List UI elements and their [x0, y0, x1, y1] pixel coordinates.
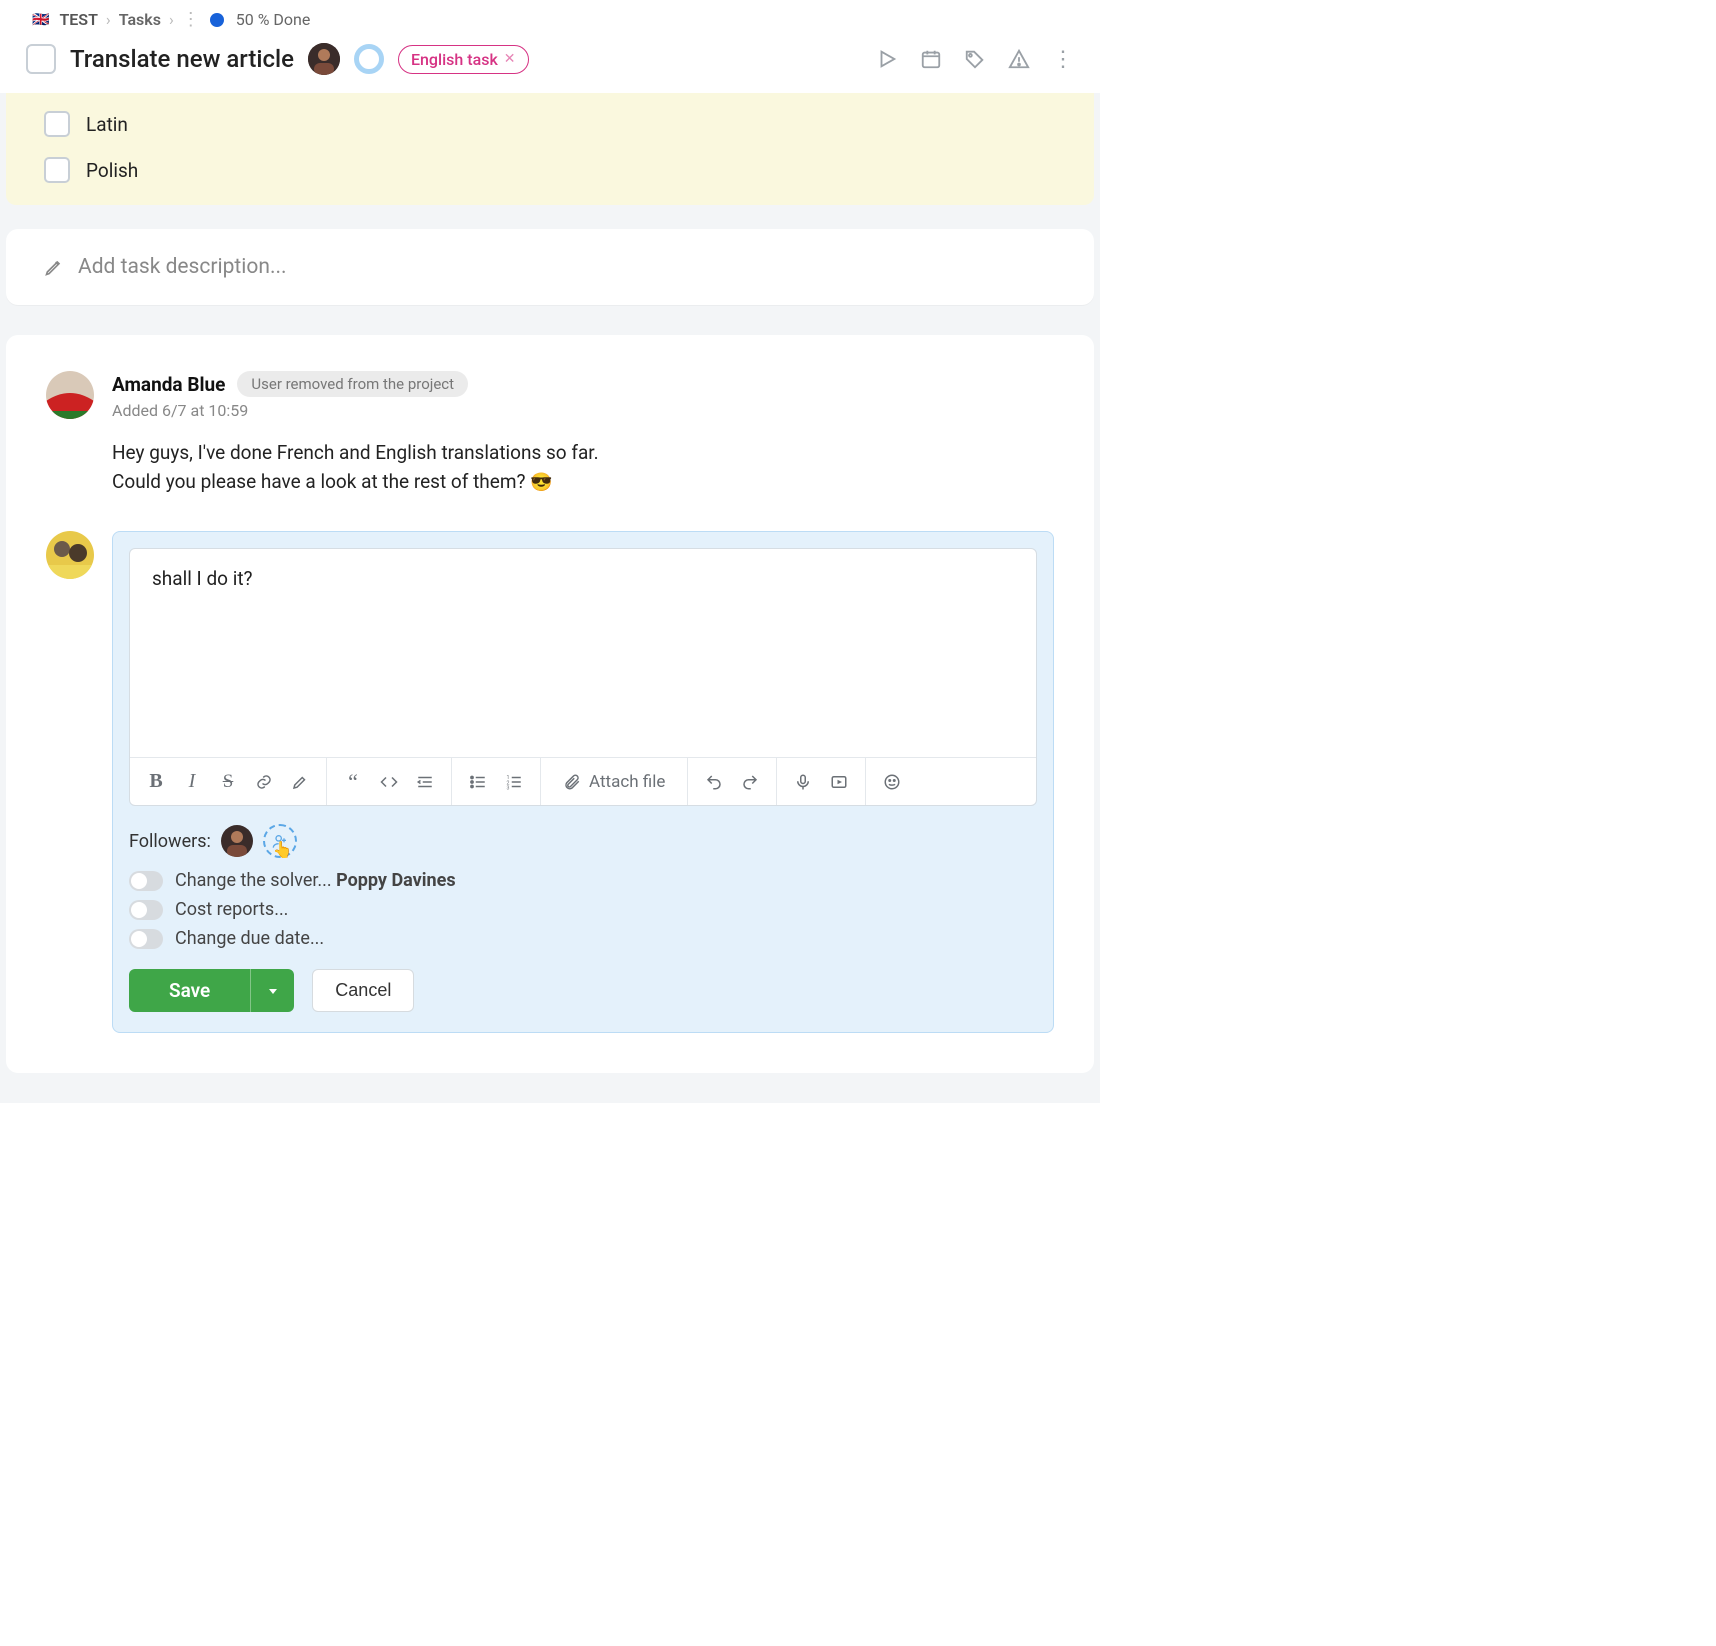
breadcrumb-status: 50 % Done [236, 10, 311, 29]
svg-text:3: 3 [507, 785, 510, 791]
attach-file-button[interactable]: Attach file [549, 772, 679, 792]
emoji-button[interactable] [874, 764, 910, 800]
add-description[interactable]: Add task description... [6, 229, 1094, 305]
comment-input[interactable]: shall I do it? [130, 549, 1036, 757]
add-follower-button[interactable]: 👆 [263, 824, 297, 858]
task-complete-checkbox[interactable] [26, 44, 56, 74]
toggle-switch[interactable] [129, 929, 163, 949]
numbered-list-button[interactable]: 123 [496, 764, 532, 800]
remove-tag-icon[interactable]: ✕ [504, 51, 516, 67]
checklist-item[interactable]: Polish [6, 147, 1094, 193]
video-button[interactable] [821, 764, 857, 800]
microphone-button[interactable] [785, 764, 821, 800]
followers-row: Followers: 👆 [129, 824, 1037, 858]
tag-label: English task [411, 50, 498, 69]
progress-ring-icon[interactable] [354, 44, 384, 74]
removed-badge: User removed from the project [237, 371, 468, 397]
toggle-switch[interactable] [129, 900, 163, 920]
flag-icon: 🇬🇧 [32, 12, 49, 28]
task-title[interactable]: Translate new article [70, 45, 294, 73]
more-icon[interactable]: ⋮ [1052, 47, 1074, 72]
comment-meta: Added 6/7 at 10:59 [112, 401, 1054, 420]
cursor-icon: 👆 [273, 840, 293, 859]
outdent-button[interactable] [407, 764, 443, 800]
chevron-right-icon: › [106, 10, 111, 29]
current-user-avatar[interactable] [46, 531, 94, 579]
comment-body: Hey guys, I've done French and English t… [112, 438, 1054, 497]
link-button[interactable] [246, 764, 282, 800]
checklist-card: Latin Polish [6, 93, 1094, 205]
breadcrumb-section[interactable]: Tasks [119, 10, 161, 29]
toggle-change-due-date[interactable]: Change due date... [129, 928, 1037, 949]
sunglasses-emoji-icon: 😎 [530, 472, 552, 493]
task-header: Translate new article English task ✕ ⋮ [0, 35, 1100, 93]
strike-button[interactable]: S [210, 764, 246, 800]
kebab-icon[interactable]: ⋮ [182, 11, 200, 29]
bullet-list-button[interactable] [460, 764, 496, 800]
comment-author: Amanda Blue [112, 373, 225, 396]
status-dot-icon [210, 13, 224, 27]
calendar-icon[interactable] [920, 48, 942, 70]
bold-button[interactable]: B [138, 764, 174, 800]
warning-icon[interactable] [1008, 48, 1030, 70]
checklist-label: Polish [86, 159, 138, 182]
paperclip-icon [563, 773, 581, 791]
chevron-right-icon: › [169, 10, 174, 29]
tag-icon[interactable] [964, 48, 986, 70]
italic-button[interactable]: I [174, 764, 210, 800]
breadcrumb-root[interactable]: TEST [59, 10, 97, 29]
follower-avatar[interactable] [221, 825, 253, 857]
code-button[interactable] [371, 764, 407, 800]
assignee-avatar[interactable] [308, 43, 340, 75]
redo-button[interactable] [732, 764, 768, 800]
highlight-button[interactable] [282, 764, 318, 800]
comment-composer: shall I do it? B I S [112, 531, 1054, 1033]
editor-toolbar: B I S “ [130, 757, 1036, 805]
checklist-label: Latin [86, 113, 128, 136]
comment-avatar[interactable] [46, 371, 94, 419]
pencil-icon [44, 257, 64, 277]
undo-button[interactable] [696, 764, 732, 800]
checklist-item[interactable]: Latin [6, 101, 1094, 147]
save-dropdown-caret[interactable] [250, 969, 294, 1012]
breadcrumb: 🇬🇧 TEST › Tasks › ⋮ 50 % Done [0, 0, 1100, 35]
toggle-switch[interactable] [129, 871, 163, 891]
description-placeholder: Add task description... [78, 255, 287, 279]
comment: Amanda Blue User removed from the projec… [46, 371, 1054, 497]
play-icon[interactable] [876, 48, 898, 70]
checklist-checkbox[interactable] [44, 157, 70, 183]
tag-english-task[interactable]: English task ✕ [398, 45, 529, 74]
toggle-cost-reports[interactable]: Cost reports... [129, 899, 1037, 920]
followers-label: Followers: [129, 831, 211, 852]
comments-card: Amanda Blue User removed from the projec… [6, 335, 1094, 1073]
checklist-checkbox[interactable] [44, 111, 70, 137]
toggle-change-solver[interactable]: Change the solver... Poppy Davines [129, 870, 1037, 891]
quote-button[interactable]: “ [335, 764, 371, 800]
cancel-button[interactable]: Cancel [312, 969, 414, 1012]
save-button[interactable]: Save [129, 969, 294, 1012]
